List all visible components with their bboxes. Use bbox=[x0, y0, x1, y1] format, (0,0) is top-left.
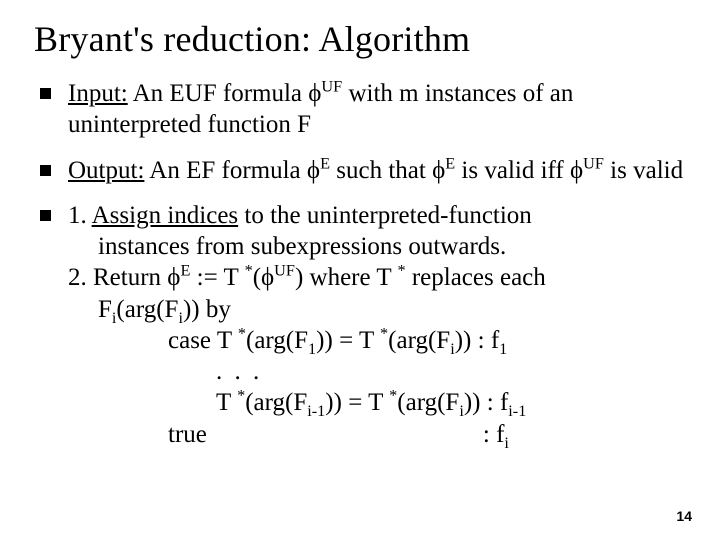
output-sup-e2: E bbox=[445, 154, 455, 172]
step2-sup-uf: UF bbox=[274, 262, 295, 280]
case1-b: (arg(F bbox=[246, 327, 308, 354]
page-number: 14 bbox=[676, 508, 692, 524]
case2-d: (arg(F bbox=[397, 389, 459, 416]
step2-b: := T bbox=[190, 264, 244, 291]
case2-c: )) = T bbox=[325, 389, 389, 416]
step2-fi-c: )) by bbox=[183, 296, 231, 323]
case2-fsub: i-1 bbox=[508, 402, 526, 420]
true-line: true : fi bbox=[68, 419, 686, 450]
step2-line2: Fi(arg(Fi)) by bbox=[68, 294, 686, 325]
input-label: Input: bbox=[68, 80, 128, 107]
step2-star2: * bbox=[397, 262, 405, 280]
slide: Bryant's reduction: Algorithm Input: An … bbox=[0, 0, 720, 540]
input-sup-uf: UF bbox=[321, 78, 342, 96]
output-text-2: such that ϕ bbox=[330, 157, 445, 184]
step2-star1: * bbox=[245, 262, 253, 280]
bullet-output: Output: An EF formula ϕE such that ϕE is… bbox=[38, 155, 686, 186]
dots-line: . . . bbox=[68, 356, 686, 387]
step2-c: (ϕ bbox=[253, 264, 274, 291]
case1-fsub: 1 bbox=[499, 340, 507, 358]
step2-d: ) where T bbox=[295, 264, 398, 291]
true-label: true bbox=[168, 421, 207, 448]
step1-line1: 1. Assign indices to the uninterpreted-f… bbox=[68, 200, 686, 231]
output-text-3: is valid iff ϕ bbox=[455, 157, 583, 184]
step2-e: replaces each bbox=[406, 264, 546, 291]
case1-star1: * bbox=[238, 324, 246, 342]
step1-underline: Assign indices bbox=[92, 202, 239, 229]
step1-num: 1. bbox=[68, 202, 92, 229]
step1-line2: instances from subexpressions outwards. bbox=[68, 231, 686, 262]
case2-b: (arg(F bbox=[245, 389, 307, 416]
case-line-1: case T *(arg(F1)) = T *(arg(Fi)) : f1 bbox=[68, 325, 686, 356]
step1-rest: to the uninterpreted-function bbox=[238, 202, 532, 229]
case2-colon: : f bbox=[481, 389, 509, 416]
case1-colon: : f bbox=[471, 327, 499, 354]
step2-a: 2. Return ϕ bbox=[68, 264, 180, 291]
bullet-input: Input: An EUF formula ϕUF with m instanc… bbox=[38, 78, 686, 141]
input-text-1: An EUF formula ϕ bbox=[128, 80, 322, 107]
slide-title: Bryant's reduction: Algorithm bbox=[34, 18, 686, 60]
output-text-4: is valid bbox=[604, 157, 683, 184]
case1-a: case T bbox=[168, 327, 238, 354]
step2-sup-e: E bbox=[180, 262, 190, 280]
bullet-steps: 1. Assign indices to the uninterpreted-f… bbox=[38, 200, 686, 450]
case2-a: T bbox=[216, 389, 237, 416]
step2-line1: 2. Return ϕE := T *(ϕUF) where T * repla… bbox=[68, 262, 686, 293]
output-text-1: An EF formula ϕ bbox=[144, 157, 320, 184]
case1-e: )) bbox=[455, 327, 472, 354]
case1-d: (arg(F bbox=[388, 327, 450, 354]
true-colon: : f bbox=[483, 421, 505, 448]
output-label: Output: bbox=[68, 157, 144, 184]
output-sup-uf: UF bbox=[583, 154, 604, 172]
step2-fi-a: F bbox=[98, 296, 112, 323]
step2-fi-b: (arg(F bbox=[116, 296, 178, 323]
case-line-2: T *(arg(Fi-1)) = T *(arg(Fi)) : fi-1 bbox=[68, 387, 686, 418]
case1-sub1: 1 bbox=[308, 340, 316, 358]
bullet-list: Input: An EUF formula ϕUF with m instanc… bbox=[34, 78, 686, 450]
case2-sub-im1: i-1 bbox=[307, 402, 325, 420]
true-sub: i bbox=[504, 434, 509, 452]
case2-e: )) bbox=[464, 389, 481, 416]
case2-star1: * bbox=[237, 387, 245, 405]
output-sup-e1: E bbox=[320, 154, 330, 172]
case1-star2: * bbox=[380, 324, 388, 342]
case1-c: )) = T bbox=[316, 327, 380, 354]
